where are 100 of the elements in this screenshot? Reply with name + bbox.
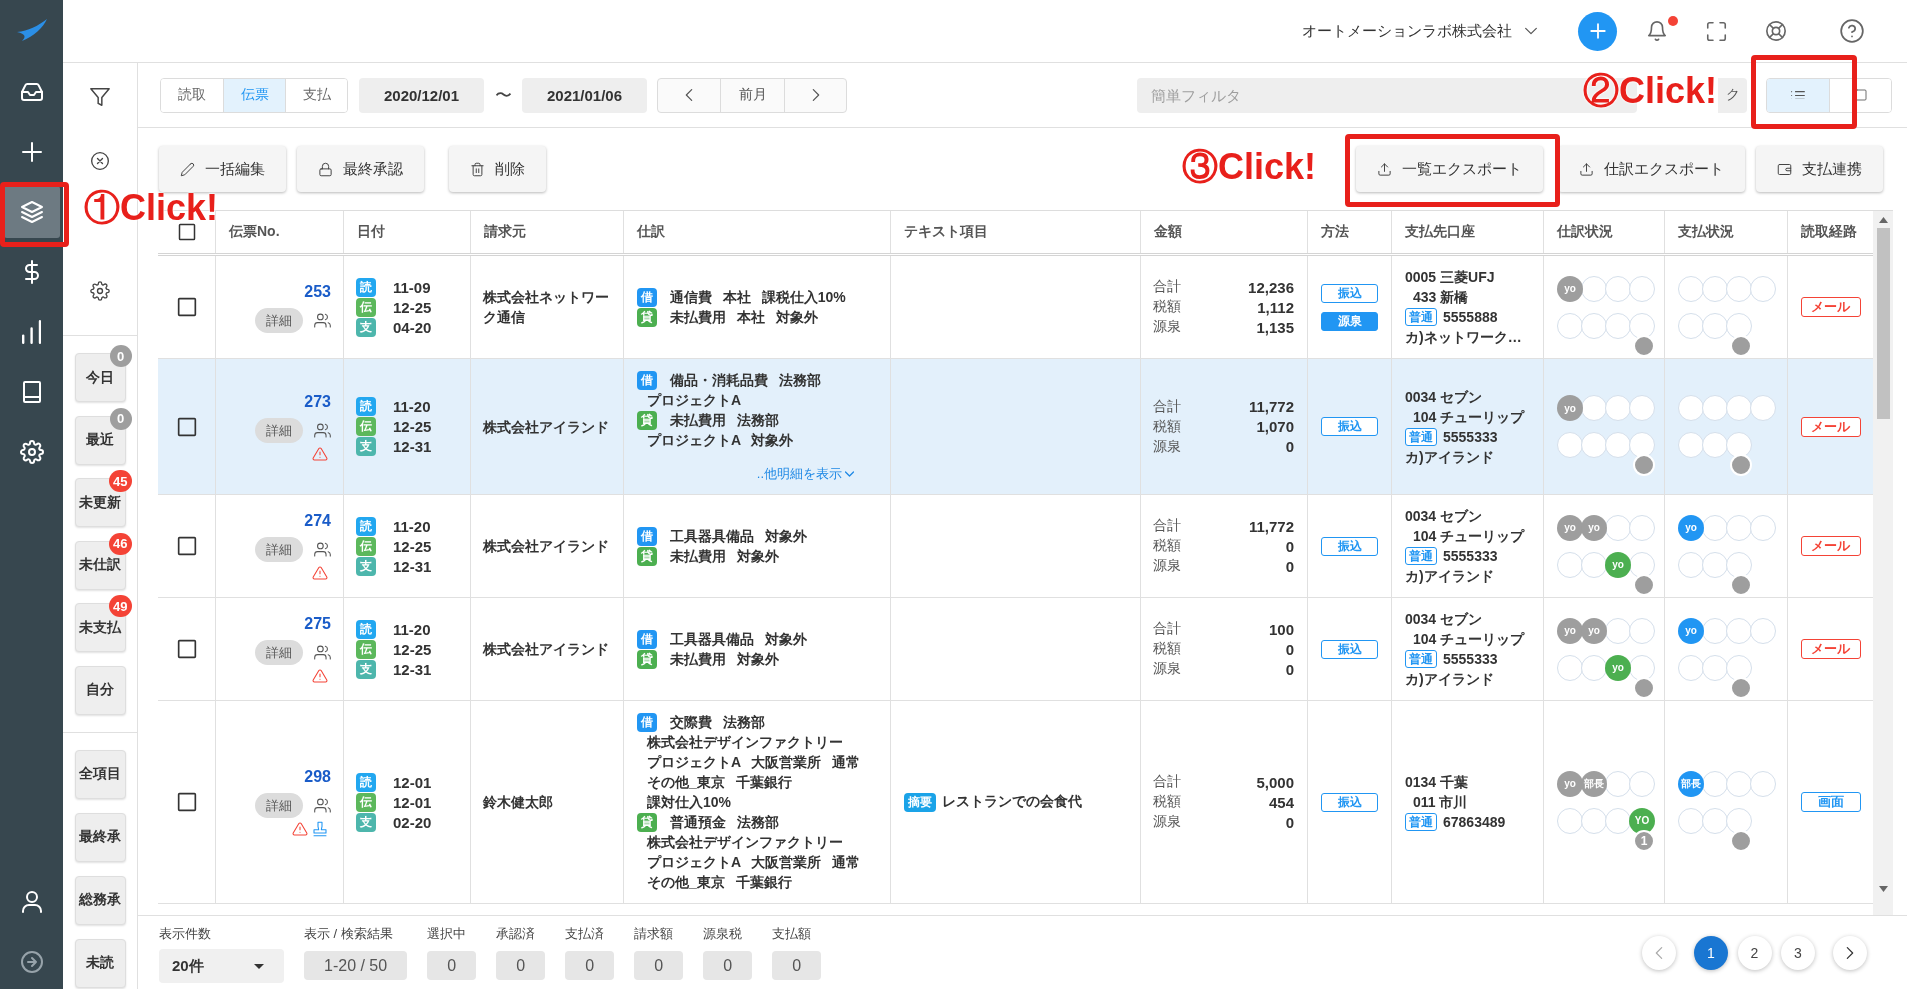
fullscreen-icon[interactable] xyxy=(1706,20,1727,42)
column-header: 金額 xyxy=(1154,223,1182,241)
amount-value: 0 xyxy=(1285,640,1294,658)
period-button[interactable]: 前月 xyxy=(720,78,784,112)
date-field[interactable]: 2020/12/01 xyxy=(359,77,484,113)
page-button[interactable]: 1 xyxy=(1694,935,1728,970)
memo-text: レストランでの会食代 xyxy=(942,793,1082,811)
voucher-number-link[interactable]: 298 xyxy=(304,767,331,787)
amount-value: 0 xyxy=(1285,660,1294,678)
help-icon[interactable] xyxy=(1839,18,1865,44)
date-text: 11-20 xyxy=(393,398,431,415)
add-button[interactable] xyxy=(1578,11,1617,51)
stat-value: 0 xyxy=(427,951,477,980)
date-field[interactable]: 2021/01/06 xyxy=(522,77,647,113)
row-checkbox[interactable] xyxy=(176,639,197,659)
quick-filter-button[interactable]: 自分 xyxy=(74,665,126,715)
bell-icon[interactable] xyxy=(1646,20,1668,42)
row-checkbox[interactable] xyxy=(176,792,197,812)
empty-circle-icon xyxy=(1678,312,1704,339)
lifebuoy-icon[interactable] xyxy=(1765,20,1787,42)
method-tag: 振込 xyxy=(1321,792,1378,812)
people-icon xyxy=(314,421,331,439)
view-toggle[interactable] xyxy=(1766,77,1892,113)
action-button[interactable]: 一括編集 xyxy=(159,146,286,192)
empty-circle-icon xyxy=(1629,551,1655,578)
empty-circle-icon xyxy=(1629,312,1655,339)
voucher-number-link[interactable]: 273 xyxy=(304,391,331,412)
source-tag: メール xyxy=(1800,416,1861,437)
page-size-dropdown[interactable]: 20件 xyxy=(159,949,284,983)
user-avatar: yo xyxy=(1557,617,1583,644)
entry-tag: 借 xyxy=(637,370,657,390)
method-tag: 振込 xyxy=(1321,536,1378,556)
action-button[interactable]: 削除 xyxy=(449,146,546,192)
select-field[interactable]: ク xyxy=(1718,77,1747,113)
action-button[interactable]: 支払連携 xyxy=(1756,146,1883,192)
view-toggle-button[interactable] xyxy=(1829,78,1891,112)
voucher-number-link[interactable]: 274 xyxy=(304,511,331,531)
journal-text: 交際費 法務部 xyxy=(670,713,765,732)
detail-button[interactable]: 詳細 xyxy=(255,417,303,443)
stat-value: 0 xyxy=(496,951,546,980)
row-checkbox[interactable] xyxy=(176,297,197,317)
filter-icon[interactable] xyxy=(89,86,111,108)
row-checkbox[interactable] xyxy=(176,536,197,556)
amount-label: 税額 xyxy=(1153,417,1181,436)
source-tab[interactable]: 支払 xyxy=(285,78,347,112)
empty-circle-icon xyxy=(1678,807,1704,834)
user-avatar: yo xyxy=(1557,770,1583,797)
company-dropdown[interactable]: オートメーションラボ株式会社 xyxy=(1302,21,1537,41)
stat-label: 請求額 xyxy=(634,925,674,943)
entry-tag: 貸 xyxy=(637,307,657,327)
amount-value: 100 xyxy=(1268,620,1294,638)
detail-button[interactable]: 詳細 xyxy=(255,793,303,818)
account-type-tag: 普通 xyxy=(1405,650,1437,668)
scrollbar-thumb[interactable] xyxy=(1876,228,1890,419)
arrow-right-circle-icon[interactable] xyxy=(19,950,44,974)
nav-item[interactable] xyxy=(3,186,60,238)
count-badge: 49 xyxy=(109,595,132,617)
user-avatar: yo xyxy=(1557,514,1583,541)
quick-filter-button[interactable]: 全項目 xyxy=(74,749,126,799)
action-button[interactable]: 仕訳エクスポート xyxy=(1558,146,1745,192)
voucher-number-link[interactable]: 253 xyxy=(304,281,331,302)
amount-label: 税額 xyxy=(1153,298,1181,316)
user-icon[interactable] xyxy=(19,890,44,914)
page-button[interactable]: 2 xyxy=(1737,935,1772,970)
quick-filter-button[interactable]: 未読 xyxy=(74,938,126,988)
method-tag: 振込 xyxy=(1321,417,1378,436)
empty-circle-icon xyxy=(1605,312,1631,339)
account-holder: カ)アイランド xyxy=(1405,447,1495,467)
settings-icon[interactable] xyxy=(90,281,110,301)
stat-label: 承認済 xyxy=(496,925,536,943)
empty-circle-icon xyxy=(1557,312,1583,339)
up-triangle-icon[interactable] xyxy=(1878,217,1888,223)
action-button[interactable]: 一覧エクスポート xyxy=(1356,146,1543,192)
inbox-icon xyxy=(19,80,44,104)
date-separator: 〜 xyxy=(493,84,513,107)
scrollbar[interactable] xyxy=(1873,211,1893,915)
user-avatar: 部長 xyxy=(1581,770,1607,797)
count-badge: 0 xyxy=(109,407,132,430)
down-triangle-icon[interactable] xyxy=(1878,886,1888,892)
voucher-number-link[interactable]: 275 xyxy=(304,614,331,634)
quick-filter-button[interactable]: 最終承 xyxy=(74,812,126,862)
entry-tag: 貸 xyxy=(637,649,657,669)
detail-button[interactable]: 詳細 xyxy=(255,307,303,333)
action-button[interactable]: 最終承認 xyxy=(297,146,424,192)
bank-text: 0134 千葉 xyxy=(1405,773,1470,792)
date-tag: 読 xyxy=(356,772,376,792)
quick-filter-button[interactable]: 総務承 xyxy=(74,875,126,925)
chevron-right-icon xyxy=(811,89,820,101)
page-button[interactable]: 3 xyxy=(1781,935,1815,970)
detail-button[interactable]: 詳細 xyxy=(255,537,303,562)
x-circle-icon[interactable] xyxy=(90,151,110,171)
view-toggle-button[interactable] xyxy=(1767,78,1829,112)
stat-label: 表示 / 検索結果 xyxy=(304,925,393,943)
detail-button[interactable]: 詳細 xyxy=(255,640,303,665)
date-text: 12-25 xyxy=(393,537,432,555)
settings-icon xyxy=(19,440,44,464)
row-checkbox[interactable] xyxy=(176,416,197,437)
period-navigator[interactable]: 前月 xyxy=(657,77,847,113)
segmented-control[interactable]: 読取 伝票 支払 xyxy=(160,77,348,113)
select-all-checkbox[interactable] xyxy=(177,223,196,241)
